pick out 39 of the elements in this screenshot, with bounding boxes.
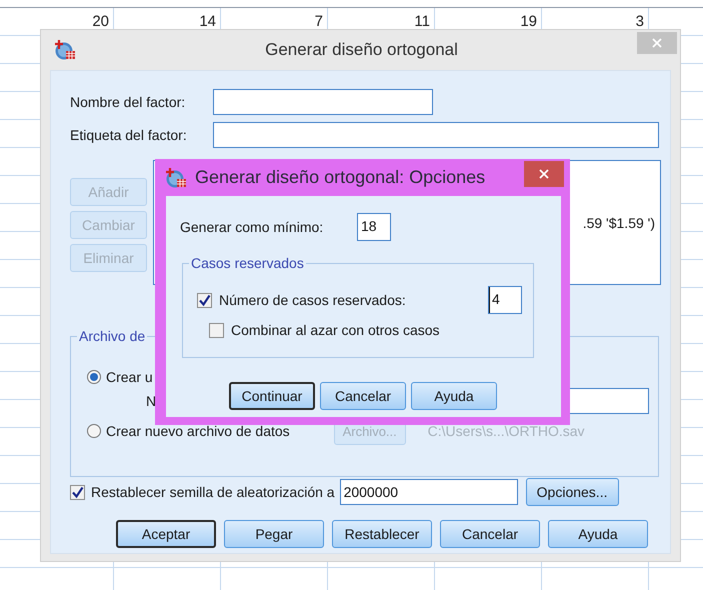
input-field[interactable]: 2000000 — [340, 479, 518, 505]
dialog-button[interactable]: Ayuda — [411, 382, 497, 410]
field-label: Nombre del factor: — [70, 94, 186, 110]
checkbox-label: Restablecer semilla de aleatorización a — [91, 484, 335, 500]
checkbox[interactable] — [70, 484, 85, 500]
close-icon — [652, 38, 662, 48]
dialog-button[interactable]: Restablecer — [332, 520, 432, 548]
checkbox-label: Número de casos reservados: — [219, 292, 406, 308]
window-title: Generar diseño ortogonal — [264, 40, 459, 60]
field-label: Generar como mínimo: — [180, 219, 324, 235]
radio-button[interactable] — [87, 424, 101, 438]
field-label: Etiqueta del factor: — [70, 127, 188, 143]
dialog-button[interactable]: Cancelar — [320, 382, 406, 410]
radio-button[interactable] — [87, 370, 101, 384]
dialog-button[interactable]: Ayuda — [548, 520, 648, 548]
list-item[interactable]: .59 '$1.59 ') — [582, 214, 655, 230]
radio-label: Crear u — [106, 369, 153, 385]
group-title: Casos reservados — [189, 255, 306, 271]
input-field[interactable] — [213, 89, 433, 115]
field-label: N — [146, 393, 156, 409]
checkbox-label: Combinar al azar con otros casos — [231, 322, 440, 338]
close-button[interactable] — [524, 161, 564, 187]
dialog-button[interactable]: Continuar — [229, 382, 315, 410]
checkbox[interactable] — [209, 322, 224, 338]
dialog-button[interactable]: Pegar — [224, 520, 324, 548]
input-field[interactable]: 4 — [488, 286, 522, 314]
group-title: Archivo de — [77, 328, 148, 344]
app-icon — [54, 39, 76, 61]
radio-label: Crear nuevo archivo de datos — [106, 423, 290, 439]
checkbox[interactable] — [197, 292, 212, 308]
close-icon — [539, 169, 549, 179]
window-title: Generar diseño ortogonal: Opciones — [194, 167, 486, 188]
input-field[interactable]: 18 — [357, 213, 391, 241]
dialog-button[interactable]: Aceptar — [116, 520, 216, 548]
options-button[interactable]: Opciones... — [526, 478, 619, 506]
dialog-button[interactable]: Cancelar — [440, 520, 540, 548]
file-path: C:\Users\s...\ORTHO.sav — [428, 423, 585, 439]
app-icon — [165, 166, 187, 188]
input-field[interactable] — [213, 122, 659, 148]
